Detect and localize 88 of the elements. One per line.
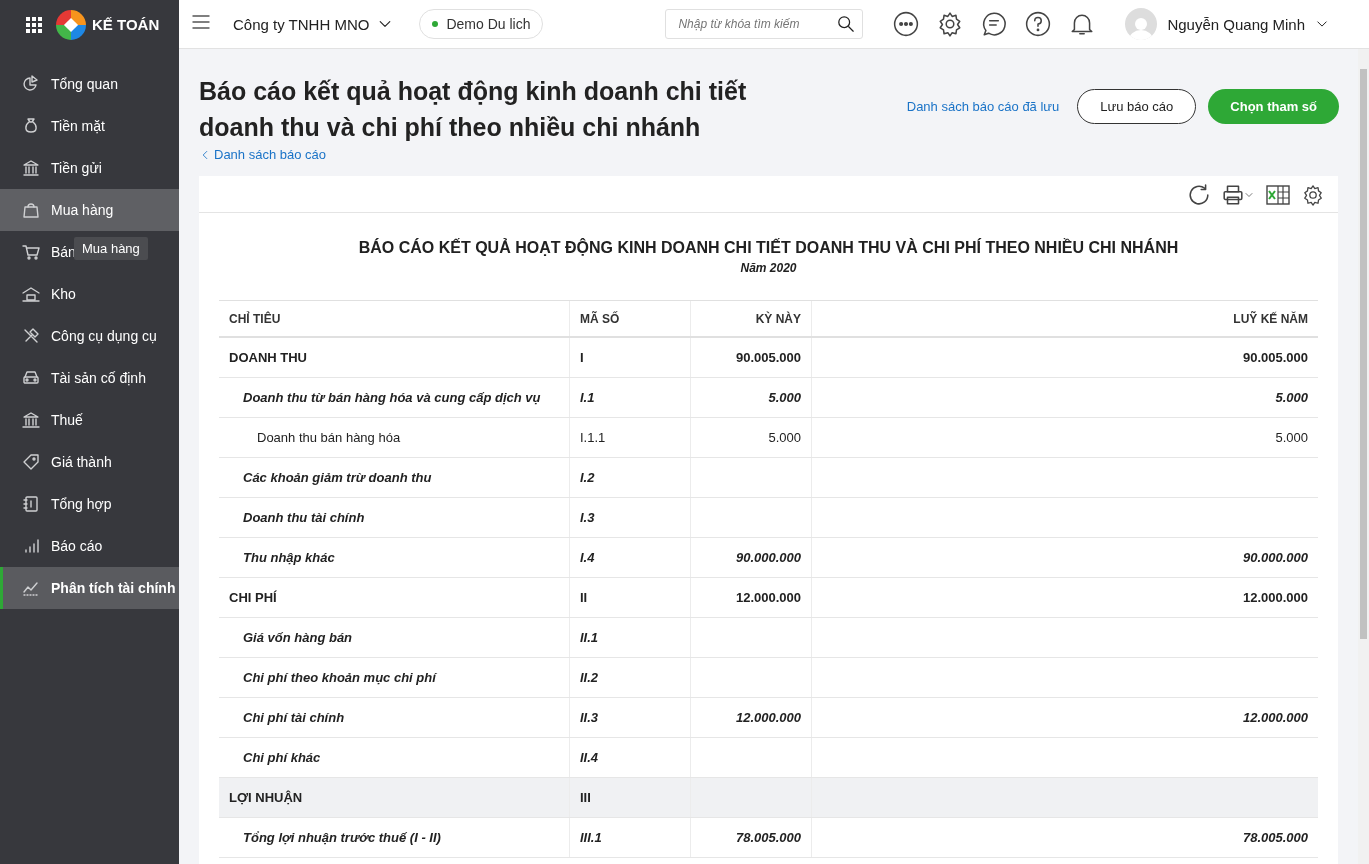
indicator-cell: Chi phí khác [219,737,570,778]
indicator-cell: Thu nhập khác [219,537,570,578]
page-title: Báo cáo kết quả hoạt động kinh doanh chi tiết doanh thu và chi phí theo nhiều chi nhánh [199,76,748,143]
sidebar-item[interactable]: Tiền mặt [0,105,109,147]
sidebar-item[interactable]: Phân tích tài chính [0,567,179,609]
indicator-cell: Các khoản giảm trừ doanh thu [219,457,570,498]
company-dropdown[interactable]: Công ty TNHH MNO [233,15,394,33]
chat-icon [981,11,1008,37]
sidebar-item[interactable]: Tiền gửi [0,147,106,189]
indicator-cell: Tổng lợi nhuận trước thuế (I - II) [219,817,570,858]
scrollbar[interactable] [1358,49,1369,864]
ledger-icon [21,494,41,514]
code-cell: I [569,337,691,378]
year-to-date-cell: 90.005.000 [811,337,1318,378]
app-grid-icon [26,16,42,33]
government-building-icon [21,410,41,430]
excel-icon [1266,184,1290,206]
code-cell: I.1.1 [569,417,691,458]
search-field[interactable]: Nhập từ khóa tìm kiếm [665,9,864,39]
menu-icon [191,12,211,32]
year-to-date-cell: 12.000.000 [811,577,1318,618]
shopping-bag-icon [21,200,41,220]
indicator-cell: Doanh thu bán hàng hóa [219,417,570,458]
indicator-cell: LỢI NHUẬN [219,777,570,818]
indicator-cell: DOANH THU [219,337,570,378]
printer-icon [1222,184,1244,206]
sidebar-item[interactable]: Công cụ dụng cụ [0,315,161,357]
report-title: BÁO CÁO KẾT QUẢ HOẠT ĐỘNG KINH DOANH CHI TIẾT DOANH THU VÀ CHI PHÍ THEO NHIỀU CHI NHÁNH [357,239,1180,257]
back-link[interactable]: Danh sách báo cáo [199,147,327,162]
current-period-cell: 12.000.000 [690,577,812,618]
saved-reports-link[interactable]: Danh sách báo cáo đã lưu [900,98,1066,115]
year-to-date-cell: 90.000.000 [811,537,1318,578]
sidebar-item[interactable]: Mua hàng [0,189,179,231]
code-cell: II [569,577,691,618]
year-to-date-cell: 78.005.000 [811,817,1318,858]
column-header: CHỈ TIÊU [219,300,570,337]
column-header: LUỸ KẾ NĂM [811,300,1318,337]
year-to-date-cell: 12.000.000 [811,697,1318,738]
save-report-button[interactable]: Lưu báo cáo [1077,89,1197,124]
current-period-cell: 78.005.000 [690,817,812,858]
search-icon [837,15,856,33]
cart-icon [21,242,41,262]
chevron-down-icon [1244,190,1254,200]
code-cell: II.2 [569,657,691,698]
current-period-cell: 12.000.000 [690,697,812,738]
price-tag-icon [21,452,41,472]
indicator-cell: Chi phí theo khoản mục chi phí [219,657,570,698]
demo-database-chip[interactable]: Demo Du lich [419,9,544,39]
indicator-cell: CHI PHÍ [219,577,570,618]
indicator-cell: Doanh thu tài chính [219,497,570,538]
warehouse-icon [21,284,41,304]
refresh-icon [1188,184,1210,206]
code-cell: I.2 [569,457,691,498]
current-period-cell: 5.000 [690,377,812,418]
code-cell: I.3 [569,497,691,538]
code-cell: II.4 [569,737,691,778]
current-period-cell: 90.005.000 [690,337,812,378]
bank-icon [21,158,41,178]
more-icon [893,11,920,37]
user-menu[interactable]: Nguyễn Quang Minh [1125,8,1329,40]
sidebar-item[interactable]: Tổng hợp [0,483,116,525]
sidebar-item[interactable]: Tổng quan [0,63,122,105]
code-cell: II.3 [569,697,691,738]
column-header: KỲ NÀY [690,300,812,337]
indicator-cell: Chi phí tài chính [219,697,570,738]
year-to-date-cell: 5.000 [811,417,1318,458]
code-cell: I.4 [569,537,691,578]
sidebar-item[interactable]: Thuế [0,399,87,441]
sidebar-item[interactable]: Báo cáo [0,525,107,567]
year-to-date-cell: 5.000 [811,377,1318,418]
code-cell: III [569,777,691,818]
logo-icon [56,9,86,40]
logo-text: KẾ TOÁN [92,16,160,33]
sidebar-item[interactable]: Giá thành [0,441,116,483]
code-cell: III.1 [569,817,691,858]
sidebar-item[interactable]: Tài sản cố định [0,357,150,399]
sidebar-item[interactable]: Kho [0,273,80,315]
current-period-cell: 90.000.000 [690,537,812,578]
report-subtitle: Năm 2020 [739,261,798,275]
indicator-cell: Doanh thu từ bán hàng hóa và cung cấp dịch vụ [219,377,570,418]
code-cell: I.1 [569,377,691,418]
code-cell: II.1 [569,617,691,658]
settings-icon [1302,184,1324,206]
help-icon [1025,11,1052,37]
indicator-cell: Giá vốn hàng bán [219,617,570,658]
tooltip: Mua hàng [74,237,148,260]
column-header: MÃ SỐ [569,300,691,337]
current-period-cell: 5.000 [690,417,812,458]
